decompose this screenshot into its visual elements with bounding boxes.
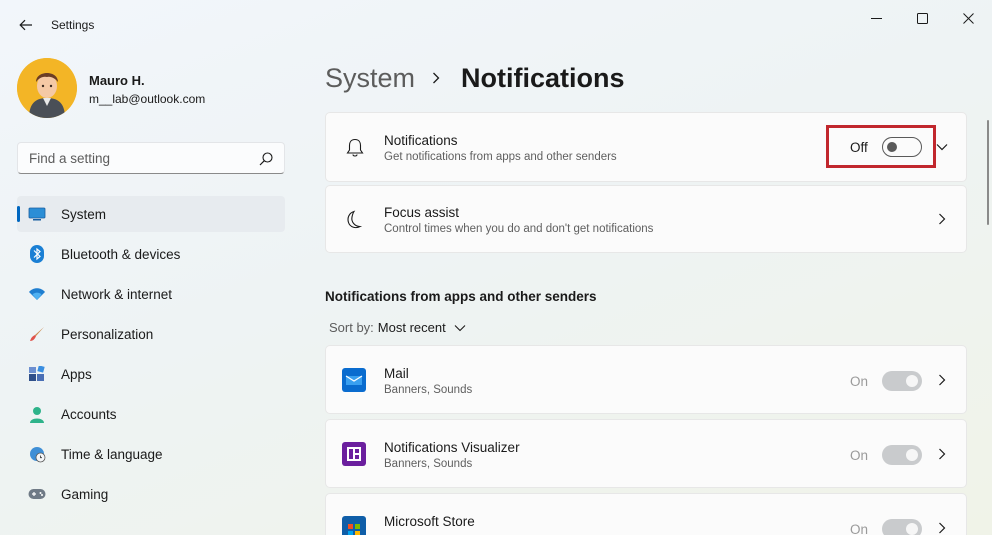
- visualizer-app-icon: [342, 442, 366, 466]
- gamepad-icon: [28, 485, 46, 503]
- mail-app-icon: [342, 368, 366, 392]
- app-toggle[interactable]: [882, 519, 922, 535]
- bell-icon: [344, 137, 366, 159]
- sidebar-item-label: Bluetooth & devices: [61, 247, 181, 262]
- moon-icon: [344, 209, 366, 231]
- app-toggle-state: On: [850, 448, 869, 463]
- sidebar-item-bluetooth[interactable]: Bluetooth & devices: [17, 236, 285, 272]
- sidebar-item-system[interactable]: System: [17, 196, 285, 232]
- toggle-highlight-box: [826, 125, 936, 168]
- app-detail: Banners, Sounds: [384, 384, 473, 396]
- apps-icon: [28, 365, 46, 383]
- page-title: Notifications: [461, 62, 625, 93]
- globe-clock-icon: [28, 445, 46, 463]
- avatar: [17, 58, 77, 118]
- person-icon: [28, 405, 46, 423]
- bluetooth-icon: [28, 245, 46, 263]
- close-button[interactable]: [953, 6, 983, 30]
- sidebar-item-network[interactable]: Network & internet: [17, 276, 285, 312]
- sidebar-item-time-language[interactable]: Time & language: [17, 436, 285, 472]
- store-app-icon: [342, 516, 366, 535]
- minimize-icon: [870, 17, 882, 19]
- user-name: Mauro H.: [89, 73, 145, 88]
- sidebar-item-accounts[interactable]: Accounts: [17, 396, 285, 432]
- sidebar-item-apps[interactable]: Apps: [17, 356, 285, 392]
- chevron-right-icon: [432, 71, 444, 85]
- sidebar-item-gaming[interactable]: Gaming: [17, 476, 285, 512]
- scrollbar[interactable]: [987, 120, 989, 225]
- sort-value: Most recent: [377, 320, 446, 335]
- monitor-icon: [28, 205, 46, 223]
- paintbrush-icon: [28, 325, 46, 343]
- chevron-right-icon: [935, 212, 949, 226]
- focus-assist-subtitle: Control times when you do and don't get …: [384, 223, 654, 235]
- sidebar-item-label: Personalization: [61, 327, 154, 342]
- sidebar-item-label: System: [61, 207, 107, 222]
- chevron-right-icon: [935, 447, 949, 461]
- chevron-down-icon: [454, 322, 466, 334]
- app-name: Microsoft Store: [384, 514, 475, 529]
- sidebar-item-label: Gaming: [61, 487, 109, 502]
- breadcrumb-parent[interactable]: System: [325, 63, 415, 94]
- app-name: Notifications Visualizer: [384, 440, 520, 455]
- app-toggle[interactable]: [882, 445, 922, 465]
- chevron-right-icon: [935, 521, 949, 535]
- maximize-button[interactable]: [907, 6, 937, 30]
- app-row-microsoft-store[interactable]: Microsoft Store On: [325, 493, 967, 535]
- search-placeholder: Find a setting: [29, 151, 111, 166]
- minimize-button[interactable]: [861, 6, 891, 30]
- user-profile[interactable]: Mauro H. m__lab@outlook.com: [17, 58, 287, 120]
- chevron-down-icon[interactable]: [935, 140, 949, 154]
- app-toggle-state: On: [850, 522, 869, 535]
- close-icon: [962, 12, 974, 24]
- sidebar-item-label: Accounts: [61, 407, 117, 422]
- sidebar-item-label: Time & language: [61, 447, 163, 462]
- wifi-icon: [28, 285, 46, 303]
- notifications-subtitle: Get notifications from apps and other se…: [384, 151, 617, 163]
- section-heading: Notifications from apps and other sender…: [325, 289, 597, 304]
- maximize-icon: [916, 12, 928, 24]
- sidebar-item-label: Apps: [61, 367, 92, 382]
- sidebar-nav: System Bluetooth & devices Network & int…: [17, 196, 285, 516]
- title-bar: Settings: [0, 0, 992, 50]
- user-email: m__lab@outlook.com: [89, 92, 206, 106]
- search-input[interactable]: Find a setting: [17, 142, 285, 174]
- sidebar-item-personalization[interactable]: Personalization: [17, 316, 285, 352]
- back-arrow-icon: [19, 19, 32, 31]
- sidebar-item-label: Network & internet: [61, 287, 173, 302]
- focus-assist-title: Focus assist: [384, 205, 460, 220]
- sort-dropdown[interactable]: Sort by: Most recent: [329, 320, 466, 335]
- search-icon: [259, 152, 273, 166]
- app-row-mail[interactable]: Mail Banners, Sounds On: [325, 345, 967, 414]
- app-detail: Banners, Sounds: [384, 458, 473, 470]
- app-row-notifications-visualizer[interactable]: Notifications Visualizer Banners, Sounds…: [325, 419, 967, 488]
- breadcrumb: System Notifications: [325, 60, 625, 96]
- window-title: Settings: [51, 18, 95, 32]
- back-button[interactable]: [14, 13, 38, 37]
- notifications-title: Notifications: [384, 133, 458, 148]
- focus-assist-card[interactable]: Focus assist Control times when you do a…: [325, 185, 967, 253]
- app-toggle-state: On: [850, 374, 869, 389]
- app-name: Mail: [384, 366, 409, 381]
- chevron-right-icon: [935, 373, 949, 387]
- sort-label: Sort by:: [329, 320, 374, 335]
- app-toggle[interactable]: [882, 371, 922, 391]
